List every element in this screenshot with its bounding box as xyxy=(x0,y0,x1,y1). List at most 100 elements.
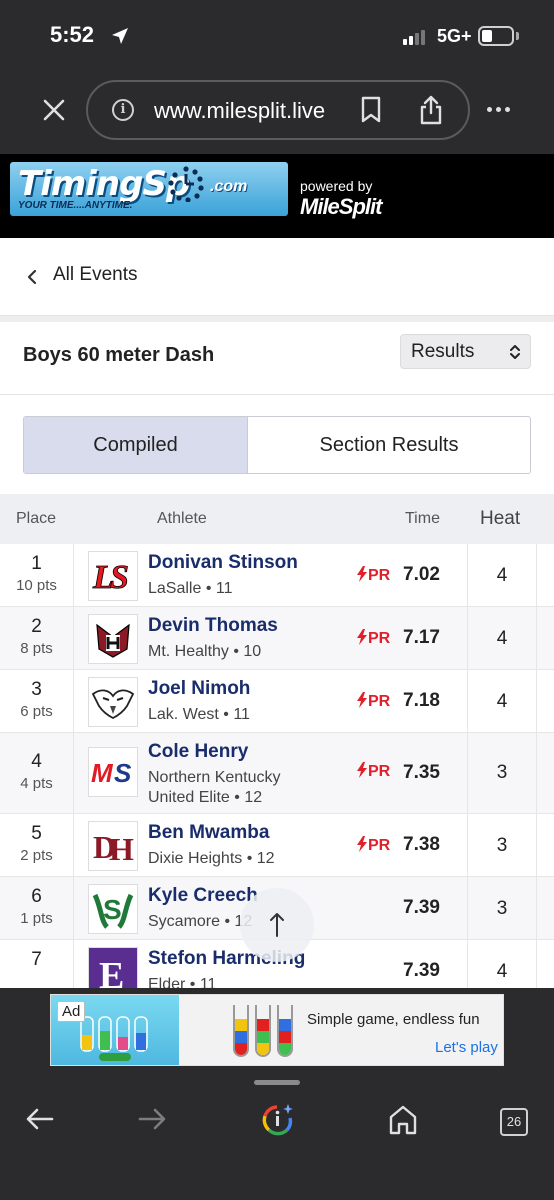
heat-cell: 4 xyxy=(467,544,537,606)
chevron-left-icon xyxy=(27,269,37,285)
athlete-team: Dixie Heights • 12 xyxy=(148,850,275,867)
view-select[interactable]: Results xyxy=(400,334,531,369)
place-cell: 2 8 pts xyxy=(0,607,74,669)
divider xyxy=(0,316,554,322)
web-page: TimingSp .com YOUR TIME....ANYTIME. powe… xyxy=(0,154,554,988)
header-time: Time xyxy=(405,510,440,527)
ad-cta-link[interactable]: Let's play xyxy=(435,1039,498,1056)
header-place: Place xyxy=(16,510,57,527)
pr-badge: PR xyxy=(356,629,390,648)
place-points: 8 pts xyxy=(20,640,53,657)
place-points: 6 pts xyxy=(20,703,53,720)
share-icon[interactable] xyxy=(418,94,444,126)
logo-suffix: .com xyxy=(210,178,248,195)
heat-cell: 4 xyxy=(467,607,537,669)
status-bar: 5:52 5G+ xyxy=(0,0,554,74)
bookmark-icon[interactable] xyxy=(360,96,382,124)
place-cell: 6 1 pts xyxy=(0,877,74,939)
result-time: 7.39 xyxy=(403,960,440,981)
lightning-icon xyxy=(357,692,367,708)
team-logo: DH xyxy=(88,821,138,871)
logo-text: TimingSp xyxy=(18,164,190,204)
ad-text[interactable]: Simple game, endless fun xyxy=(307,1011,480,1028)
svg-text:H: H xyxy=(109,831,134,866)
ad-banner[interactable]: Ad Simple game, endless fun Let's play xyxy=(50,994,504,1066)
place-points: 10 pts xyxy=(16,577,57,594)
timingspot-logo[interactable]: TimingSp .com YOUR TIME....ANYTIME. xyxy=(10,162,288,216)
back-label[interactable]: All Events xyxy=(53,264,137,286)
place-number: 4 xyxy=(31,751,42,772)
lightning-icon xyxy=(357,762,367,778)
url-bar[interactable]: i www.milesplit.live xyxy=(86,80,470,140)
header-athlete: Athlete xyxy=(157,510,207,527)
team-logo: E xyxy=(88,947,138,988)
google-icon[interactable] xyxy=(261,1102,295,1138)
lightning-icon xyxy=(357,629,367,645)
athlete-name[interactable]: Devin Thomas xyxy=(148,615,278,637)
athlete-team: Sycamore • 12 xyxy=(148,913,253,930)
team-logo: MS xyxy=(88,747,138,797)
divider xyxy=(0,394,554,395)
place-points: 2 pts xyxy=(20,847,53,864)
pr-badge: PR xyxy=(356,836,390,855)
place-points: 1 pts xyxy=(20,910,53,927)
heat-cell: 3 xyxy=(467,733,537,813)
team-logo xyxy=(88,614,138,664)
logo-tagline: YOUR TIME....ANYTIME. xyxy=(18,200,133,211)
milesplit-logo[interactable]: MileSplit xyxy=(300,194,382,220)
info-icon[interactable]: i xyxy=(112,99,134,121)
athlete-team: Northern Kentucky United Elite • 12 xyxy=(148,769,281,806)
header-heat: Heat xyxy=(480,508,521,529)
pr-badge: PR xyxy=(356,762,390,781)
more-icon[interactable] xyxy=(487,107,510,112)
place-number: 6 xyxy=(31,886,42,907)
close-icon[interactable] xyxy=(40,96,68,124)
tab-section-results[interactable]: Section Results xyxy=(248,417,530,473)
svg-text:S: S xyxy=(110,559,129,596)
grab-handle[interactable] xyxy=(254,1080,300,1085)
result-time: 7.39 xyxy=(403,897,440,918)
athlete-name[interactable]: Cole Henry xyxy=(148,741,248,763)
table-row[interactable]: 3 6 pts Joel Nimoh Lak. West • 11 PR 7.18… xyxy=(0,670,554,733)
browser-bottom-bar: 26 xyxy=(0,1072,554,1200)
svg-text:S: S xyxy=(114,758,132,787)
tab-compiled[interactable]: Compiled xyxy=(24,417,248,473)
table-row[interactable]: 28 pts Devin Thomas Mt. Healthy • 10 PR … xyxy=(0,607,554,670)
table-row[interactable]: 1 10 pts LS Donivan Stinson LaSalle • 11 … xyxy=(0,544,554,607)
clock-icon xyxy=(168,166,204,202)
lightning-icon xyxy=(357,566,367,582)
table-row[interactable]: 4 4 pts MS Cole Henry Northern Kentucky Un… xyxy=(0,733,554,814)
result-time: 7.02 xyxy=(403,564,440,585)
home-icon[interactable] xyxy=(388,1104,418,1136)
team-logo xyxy=(88,677,138,727)
place-cell: 3 6 pts xyxy=(0,670,74,732)
powered-by-label: powered by xyxy=(300,178,373,194)
back-arrow-icon[interactable] xyxy=(24,1104,56,1134)
forward-arrow-icon[interactable] xyxy=(136,1104,168,1134)
results-tabs: Compiled Section Results xyxy=(23,416,531,474)
place-number: 2 xyxy=(31,616,42,637)
svg-text:S: S xyxy=(103,894,122,925)
athlete-team: Mt. Healthy • 10 xyxy=(148,643,262,660)
athlete-name[interactable]: Joel Nimoh xyxy=(148,678,250,700)
place-cell: 7 xyxy=(0,940,74,988)
arrow-up-icon xyxy=(270,913,284,937)
pr-badge: PR xyxy=(356,692,390,711)
athlete-name[interactable]: Ben Mwamba xyxy=(148,822,269,844)
tab-count-button[interactable]: 26 xyxy=(500,1108,528,1136)
lightning-icon xyxy=(357,836,367,852)
url-text[interactable]: www.milesplit.live xyxy=(154,98,325,124)
status-time: 5:52 xyxy=(50,22,95,47)
all-events-link[interactable]: All Events xyxy=(0,238,554,316)
signal-icon xyxy=(403,30,425,45)
scroll-to-top-button[interactable] xyxy=(240,888,314,962)
place-cell: 4 4 pts xyxy=(0,733,74,813)
battery-icon xyxy=(478,26,514,46)
heat-cell: 3 xyxy=(467,877,537,939)
network-label: 5G+ xyxy=(437,26,472,46)
athlete-name[interactable]: Donivan Stinson xyxy=(148,552,298,574)
athlete-team: LaSalle • 11 xyxy=(148,580,233,597)
athlete-team: Lak. West • 11 xyxy=(148,706,250,723)
table-row[interactable]: 52 pts DH Ben Mwamba Dixie Heights • 12 … xyxy=(0,814,554,877)
place-points: 4 pts xyxy=(20,775,53,792)
